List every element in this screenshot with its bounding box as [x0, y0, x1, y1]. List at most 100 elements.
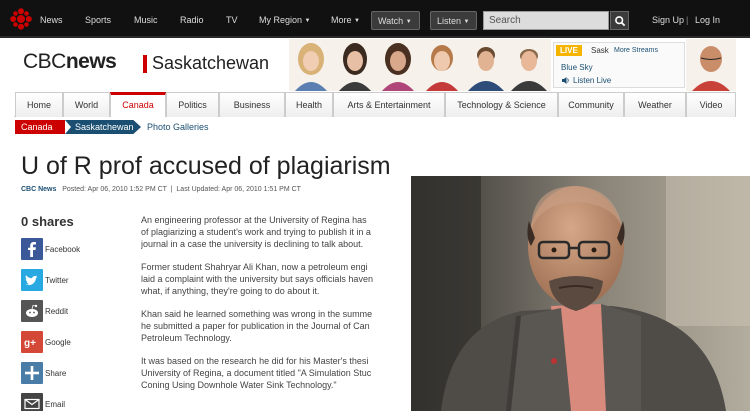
region-title[interactable]: Saskatchewan: [152, 53, 269, 74]
main-nav: Home World Canada Politics Business Heal…: [14, 92, 736, 117]
logo-news: news: [65, 50, 117, 73]
byline-source[interactable]: CBC News: [21, 186, 56, 193]
topnav-radio[interactable]: Radio: [180, 15, 204, 25]
professor-photo: [411, 176, 750, 411]
live-radio-box[interactable]: LIVE Sask More Streams Blue Sky Listen L…: [553, 42, 685, 88]
signup-link[interactable]: Sign Up: [652, 15, 684, 25]
tab-weather[interactable]: Weather: [624, 92, 686, 117]
listen-label: Listen: [437, 16, 462, 26]
reddit-label: Reddit: [45, 307, 69, 316]
article-line: of plagiarizing a student's work and try…: [141, 227, 371, 237]
topnav-sports[interactable]: Sports: [85, 15, 111, 25]
share-more-button[interactable]: Share: [21, 362, 111, 388]
facebook-label: Facebook: [45, 245, 81, 254]
caret-down-icon: ▼: [354, 18, 360, 24]
tab-canada[interactable]: Canada: [110, 92, 166, 117]
article-headline: U of R prof accused of plagiarism: [21, 152, 391, 180]
host-photo: [463, 39, 508, 91]
email-share-button[interactable]: Email: [21, 393, 111, 411]
watch-button[interactable]: Watch ▼: [371, 11, 420, 30]
tab-health[interactable]: Health: [285, 92, 333, 117]
breadcrumb-saskatchewan[interactable]: Saskatchewan: [65, 120, 141, 134]
top-bar: News Sports Music Radio TV My Region ▼ M…: [0, 0, 750, 38]
reddit-share-button[interactable]: Reddit: [21, 300, 111, 326]
tab-community[interactable]: Community: [558, 92, 624, 117]
article-line: An engineering professor at the Universi…: [141, 215, 367, 225]
facebook-share-button[interactable]: Facebook: [21, 238, 111, 264]
article-line: he submitted a paper for publication in …: [141, 321, 370, 331]
article-line: It was based on the research he did for …: [141, 356, 369, 366]
updated-time: Last Updated: Apr 06, 2010 1:51 PM CT: [176, 186, 301, 193]
article-body: An engineering professor at the Universi…: [141, 214, 421, 402]
speaker-icon: [562, 77, 569, 84]
byline: CBC News Posted: Apr 06, 2010 1:52 PM CT…: [21, 186, 301, 193]
article-line: Former student Shahryar Ali Khan, now a …: [141, 262, 368, 272]
tab-politics[interactable]: Politics: [166, 92, 219, 117]
region-divider: [143, 55, 147, 73]
google-share-button[interactable]: g+ Google: [21, 331, 111, 357]
topnav-more-label: More: [331, 15, 352, 25]
host-portrait-image: [507, 39, 552, 91]
live-station: Sask: [591, 46, 609, 55]
tab-business[interactable]: Business: [219, 92, 285, 117]
tab-video[interactable]: Video: [686, 92, 736, 117]
search-button[interactable]: [610, 11, 629, 30]
topnav-news[interactable]: News: [40, 15, 63, 25]
share-count: 0 shares: [21, 214, 74, 229]
tab-technology-science[interactable]: Technology & Science: [445, 92, 558, 117]
photo-galleries-link[interactable]: Photo Galleries: [147, 122, 209, 132]
posted-time: Posted: Apr 06, 2010 1:52 PM CT: [62, 186, 167, 193]
share-label: Share: [45, 369, 67, 378]
host-photo: [289, 39, 333, 91]
article-paragraph: Khan said he learned something was wrong…: [141, 308, 421, 344]
tab-home[interactable]: Home: [15, 92, 63, 117]
live-show-title[interactable]: Blue Sky: [561, 63, 593, 72]
host-photo: [332, 39, 377, 91]
facebook-icon: [21, 238, 43, 260]
article-line: University of Regina, a document titled …: [141, 368, 372, 378]
google-plus-icon: g+: [21, 331, 43, 353]
listen-button[interactable]: Listen ▼: [430, 11, 477, 30]
logo-cbc: CBC: [23, 50, 66, 73]
twitter-icon: [21, 269, 43, 291]
topnav-tv[interactable]: TV: [226, 15, 238, 25]
breadcrumb-canada[interactable]: Canada: [15, 120, 65, 134]
article-line: what, if anything, they're going to do a…: [141, 286, 320, 296]
host-portrait-image: [376, 39, 421, 91]
google-label: Google: [45, 338, 71, 347]
host-portrait-image: [289, 39, 333, 91]
article-line: journal in a case the university is decl…: [141, 239, 364, 249]
professor-portrait-image: [411, 176, 750, 411]
search-icon: [615, 16, 626, 27]
host-photo: [376, 39, 421, 91]
reddit-icon: [21, 300, 43, 322]
more-streams-link[interactable]: More Streams: [614, 47, 658, 54]
host-photo: [507, 39, 552, 91]
topnav-my-region[interactable]: My Region ▼: [259, 15, 311, 25]
cbc-news-logo[interactable]: CBCnews: [23, 50, 117, 74]
article-line: Khan said he learned something was wrong…: [141, 309, 373, 319]
topnav-music[interactable]: Music: [134, 15, 158, 25]
tab-arts-entertainment[interactable]: Arts & Entertainment: [333, 92, 445, 117]
share-plus-icon: [21, 362, 43, 384]
caret-down-icon: ▼: [463, 19, 470, 25]
host-photos-banner[interactable]: [289, 39, 552, 91]
email-icon: [21, 393, 43, 411]
cbc-gem-icon[interactable]: [10, 8, 32, 30]
svg-text:g+: g+: [24, 338, 36, 349]
tab-world[interactable]: World: [63, 92, 110, 117]
article-paragraph: Former student Shahryar Ali Khan, now a …: [141, 261, 421, 297]
listen-live-link[interactable]: Listen Live: [573, 76, 611, 85]
live-tag: LIVE: [556, 45, 582, 56]
login-link[interactable]: Log In: [695, 15, 720, 25]
host-portrait-image: [463, 39, 508, 91]
topnav-my-region-label: My Region: [259, 15, 303, 25]
host-portrait-image: [686, 39, 736, 91]
watch-label: Watch: [378, 16, 404, 26]
host-photo: [420, 39, 464, 91]
topbar-divider: |: [686, 15, 689, 25]
topnav-more[interactable]: More ▼: [331, 15, 360, 25]
search-input[interactable]: Search: [483, 11, 609, 30]
twitter-share-button[interactable]: Twitter: [21, 269, 111, 295]
caret-down-icon: ▼: [304, 18, 311, 24]
